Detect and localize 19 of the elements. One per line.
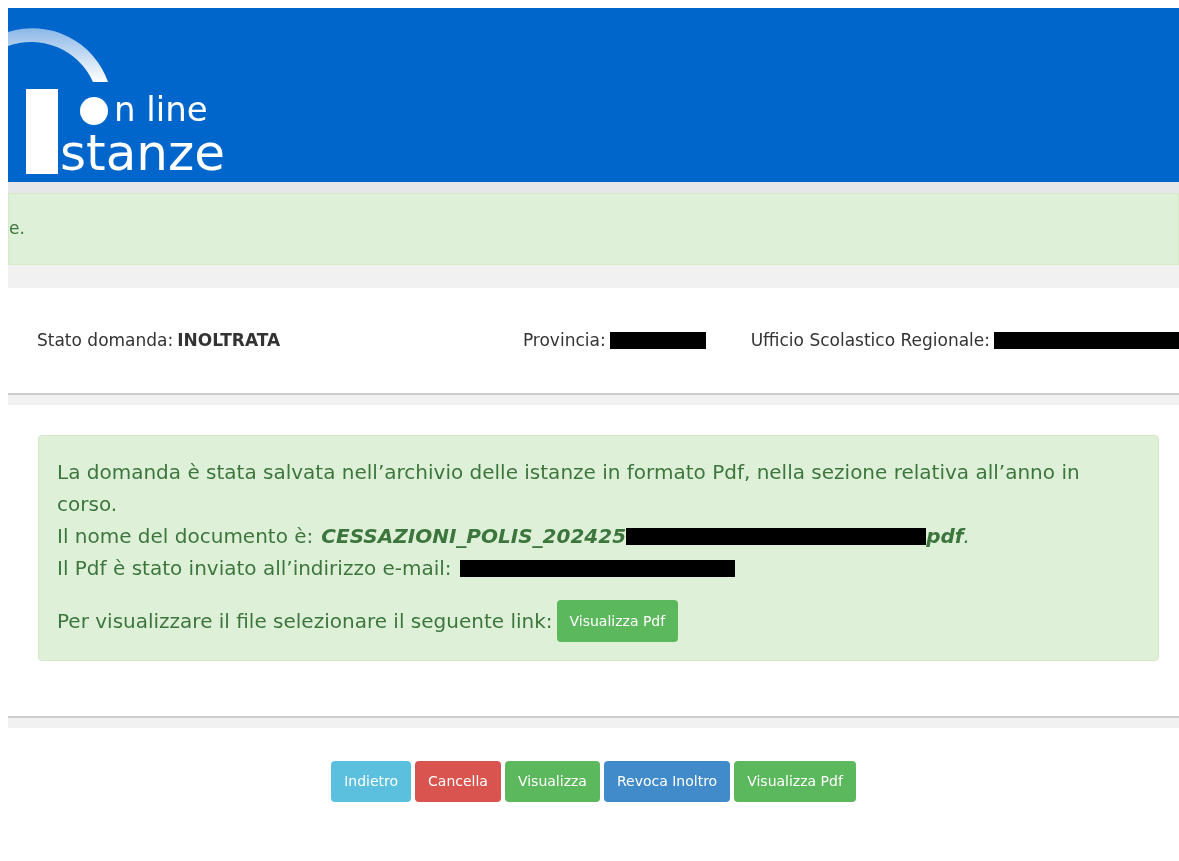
document-label: Il nome del documento è:	[57, 523, 314, 550]
field-label: Ufficio Scolastico Regionale:	[750, 328, 990, 352]
logo-text: stanze	[60, 128, 225, 178]
link-label: Per visualizzare il file selezionare il seguente link:	[57, 608, 553, 636]
field-value: INOLTRATA	[177, 328, 281, 352]
action-button[interactable]: Revoca Inoltro	[603, 761, 731, 803]
logo-text: n line	[114, 92, 208, 126]
alert-message: La domanda è stata salvata nell’archivio delle istanze in formato Pdf, nella sezione relativa all’anno in corso.	[57, 459, 1081, 518]
file-extension: pdf.	[926, 523, 970, 550]
action-button[interactable]: Indietro	[331, 761, 412, 803]
alert-text: e.	[9, 217, 25, 241]
action-button[interactable]: Cancella	[415, 761, 501, 803]
field-label: Provincia:	[522, 328, 606, 352]
action-button[interactable]: Visualizza Pdf	[734, 761, 856, 803]
view-pdf-button[interactable]: Visualizza Pdf	[556, 600, 679, 643]
email-label: Il Pdf è stato inviato all’indirizzo e-mail:	[57, 555, 452, 582]
action-button[interactable]: Visualizza	[504, 761, 600, 803]
field-label: Stato domanda:	[37, 328, 174, 352]
file-name: CESSAZIONI_POLIS_202425	[321, 523, 627, 550]
